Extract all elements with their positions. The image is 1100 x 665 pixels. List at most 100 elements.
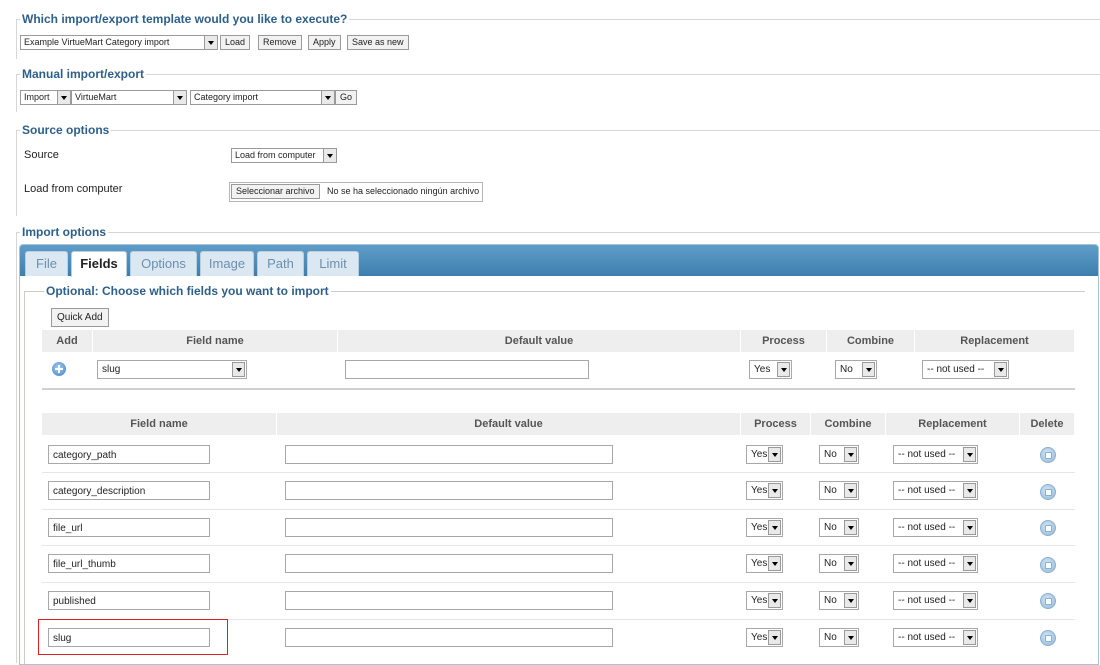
add-row-divider xyxy=(42,388,1075,390)
quick-add-button[interactable]: Quick Add xyxy=(51,308,109,327)
row-divider xyxy=(42,509,1075,510)
chevron-down-icon xyxy=(844,447,857,462)
row-replacement-select[interactable]: -- not used -- xyxy=(893,591,978,610)
row-combine-select[interactable]: No xyxy=(819,481,859,500)
row-default-input[interactable] xyxy=(285,445,613,464)
chevron-down-icon xyxy=(768,483,781,498)
delete-icon[interactable] xyxy=(1040,630,1056,646)
go-button[interactable]: Go xyxy=(335,90,358,105)
add-combine-select[interactable]: No xyxy=(835,360,877,379)
row-combine-select[interactable]: No xyxy=(819,445,859,464)
tab-options[interactable]: Options xyxy=(130,251,197,276)
list-default-value-header: Default value xyxy=(277,413,741,435)
operation-select[interactable]: Category import xyxy=(190,90,335,105)
add-replacement-select[interactable]: -- not used -- xyxy=(922,360,1009,379)
default-value-header: Default value xyxy=(338,330,741,352)
delete-icon[interactable] xyxy=(1040,593,1056,609)
replacement-header: Replacement xyxy=(915,330,1075,352)
chevron-down-icon xyxy=(323,149,336,162)
delete-icon[interactable] xyxy=(1040,484,1056,500)
row-replacement-value: -- not used -- xyxy=(898,522,956,533)
row-replacement-select[interactable]: -- not used -- xyxy=(893,628,978,647)
row-replacement-value: -- not used -- xyxy=(898,595,956,606)
remove-button[interactable]: Remove xyxy=(258,35,302,50)
row-combine-select[interactable]: No xyxy=(819,628,859,647)
tab-path[interactable]: Path xyxy=(257,251,304,276)
row-replacement-select[interactable]: -- not used -- xyxy=(893,481,978,500)
chevron-down-icon xyxy=(321,91,334,104)
row-default-input[interactable] xyxy=(285,518,613,537)
tab-limit[interactable]: Limit xyxy=(307,251,359,276)
row-replacement-select[interactable]: -- not used -- xyxy=(893,554,978,573)
delete-icon[interactable] xyxy=(1040,447,1056,463)
row-replacement-select[interactable]: -- not used -- xyxy=(893,445,978,464)
apply-button[interactable]: Apply xyxy=(308,35,341,50)
action-select[interactable]: Import xyxy=(20,90,71,105)
add-field-select[interactable]: slug xyxy=(97,360,247,379)
row-process-select[interactable]: Yes xyxy=(746,518,783,537)
row-process-select[interactable]: Yes xyxy=(746,628,783,647)
manual-legend: Manual import/export xyxy=(20,67,147,81)
add-default-input[interactable] xyxy=(345,360,589,379)
chevron-down-icon xyxy=(232,362,245,377)
delete-icon[interactable] xyxy=(1040,520,1056,536)
row-process-select[interactable]: Yes xyxy=(746,445,783,464)
row-replacement-value: -- not used -- xyxy=(898,485,956,496)
row-replacement-select[interactable]: -- not used -- xyxy=(893,518,978,537)
chevron-down-icon xyxy=(768,630,781,645)
add-header: Add xyxy=(42,330,93,352)
highlight-box xyxy=(38,619,228,655)
row-divider xyxy=(42,472,1075,473)
tab-file[interactable]: File xyxy=(25,251,68,276)
row-default-input[interactable] xyxy=(285,554,613,573)
source-label: Source xyxy=(24,149,59,161)
source-select[interactable]: Load from computer xyxy=(231,148,337,163)
chevron-down-icon xyxy=(963,447,976,462)
row-field-name[interactable]: category_description xyxy=(48,481,210,500)
row-process-value: Yes xyxy=(751,595,768,606)
tab-image[interactable]: Image xyxy=(200,251,254,276)
tab-fields[interactable]: Fields xyxy=(71,251,127,277)
chevron-down-icon xyxy=(963,520,976,535)
row-combine-select[interactable]: No xyxy=(819,518,859,537)
load-button[interactable]: Load xyxy=(220,35,251,50)
chevron-down-icon xyxy=(862,362,875,377)
list-field-name-header: Field name xyxy=(42,413,277,435)
row-combine-value: No xyxy=(824,558,837,569)
list-replacement-header: Replacement xyxy=(886,413,1020,435)
chevron-down-icon xyxy=(777,362,790,377)
save-as-new-button[interactable]: Save as new xyxy=(347,35,409,50)
row-default-input[interactable] xyxy=(285,591,613,610)
chevron-down-icon xyxy=(768,593,781,608)
row-default-input[interactable] xyxy=(285,628,613,647)
delete-icon[interactable] xyxy=(1040,557,1056,573)
add-process-select[interactable]: Yes xyxy=(749,360,792,379)
process-header: Process xyxy=(741,330,827,352)
chevron-down-icon xyxy=(963,483,976,498)
row-default-input[interactable] xyxy=(285,481,613,500)
row-process-value: Yes xyxy=(751,485,768,496)
list-process-header: Process xyxy=(741,413,811,435)
row-combine-select[interactable]: No xyxy=(819,554,859,573)
component-select[interactable]: VirtueMart xyxy=(71,90,187,105)
chevron-down-icon xyxy=(768,556,781,571)
file-input-frame xyxy=(229,182,483,202)
row-process-select[interactable]: Yes xyxy=(746,554,783,573)
row-combine-value: No xyxy=(824,449,837,460)
row-field-name[interactable]: published xyxy=(48,591,210,610)
chevron-down-icon xyxy=(963,556,976,571)
row-combine-select[interactable]: No xyxy=(819,591,859,610)
add-field-icon[interactable] xyxy=(52,362,66,376)
row-process-value: Yes xyxy=(751,558,768,569)
template-select[interactable]: Example VirtueMart Category import xyxy=(20,35,218,50)
chevron-down-icon xyxy=(844,483,857,498)
chevron-down-icon xyxy=(768,447,781,462)
row-field-name[interactable]: file_url xyxy=(48,518,210,537)
row-process-select[interactable]: Yes xyxy=(746,591,783,610)
chevron-down-icon xyxy=(994,362,1007,377)
add-replacement-value: -- not used -- xyxy=(927,364,985,375)
combine-header: Combine xyxy=(827,330,915,352)
row-process-select[interactable]: Yes xyxy=(746,481,783,500)
row-field-name[interactable]: file_url_thumb xyxy=(48,554,210,573)
row-field-name[interactable]: category_path xyxy=(48,445,210,464)
